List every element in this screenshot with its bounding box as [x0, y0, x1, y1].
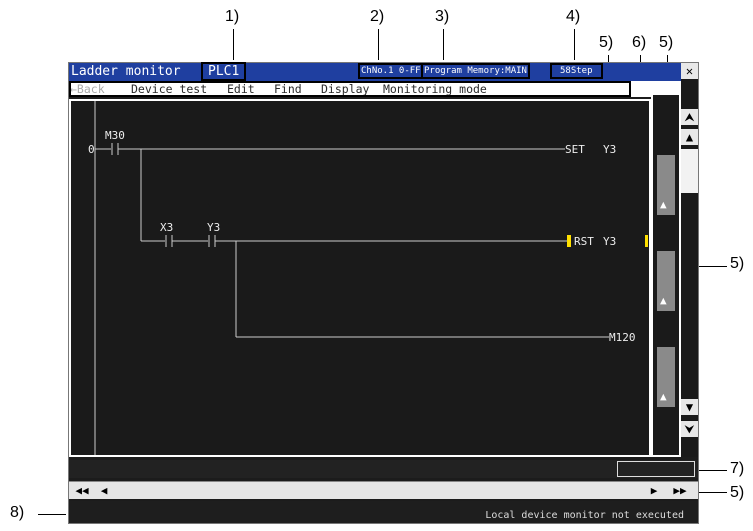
leader-line-5d	[697, 492, 727, 493]
callout-2: 2)	[370, 8, 385, 25]
coil-rst-device: Y3	[603, 235, 616, 248]
up-arrow-icon: ▲	[660, 390, 667, 403]
scroll-right-icon[interactable]: ▶	[643, 483, 665, 498]
memory-info: Program Memory:MAIN	[421, 63, 530, 79]
status-message: Local device monitor not executed	[485, 510, 684, 521]
up-arrow-icon: ▲	[660, 198, 667, 211]
row-scroll-panel: ▲ ▲ ▲	[651, 93, 681, 457]
step-count: 58Step	[550, 63, 603, 79]
leader-line-1	[233, 29, 234, 60]
callout-7: 7)	[730, 460, 745, 477]
ladder-diagram-area[interactable]: 0 M30 SET Y3 X3 Y3 RST Y3 M120	[69, 99, 651, 457]
row2-scroll-button[interactable]: ▲	[657, 251, 675, 311]
scroll-down-icon[interactable]: ▼	[681, 399, 698, 415]
scroll-thumb[interactable]	[681, 149, 698, 193]
callout-8: 8)	[10, 504, 25, 521]
callout-3: 3)	[435, 8, 450, 25]
row3-scroll-button[interactable]: ▲	[657, 347, 675, 407]
scroll-left-fast-icon[interactable]: ◀◀	[71, 483, 93, 498]
leader-line-5c	[697, 266, 727, 267]
ladder-monitor-screen: Ladder monitor PLC1 ChNo.1 0-FF/0 Progra…	[68, 62, 699, 524]
coil-set-device: Y3	[603, 143, 616, 156]
scroll-top-icon[interactable]: ⮝	[681, 109, 698, 125]
status-field	[617, 461, 695, 477]
status-bar	[69, 460, 698, 478]
contact-x3-label: X3	[160, 221, 173, 234]
title-bar: Ladder monitor PLC1 ChNo.1 0-FF/0 Progra…	[69, 62, 681, 81]
leader-line-4	[574, 29, 575, 60]
callout-5d: 5)	[730, 484, 745, 501]
plc-name: PLC1	[201, 62, 247, 81]
coil-set-label: SET	[565, 143, 585, 156]
coil-rst-label: RST	[574, 235, 594, 248]
callout-1: 1)	[225, 8, 240, 25]
coil-m120-label: M120	[609, 331, 636, 344]
contact-y3-label: Y3	[207, 221, 220, 234]
leader-line-2	[378, 29, 379, 60]
scroll-left-icon[interactable]: ◀	[93, 483, 115, 498]
callout-4: 4)	[566, 8, 581, 25]
scroll-right-fast-icon[interactable]: ▶▶	[669, 483, 691, 498]
scroll-up-icon[interactable]: ▲	[681, 129, 698, 145]
leader-line-8	[38, 514, 66, 515]
close-icon[interactable]: ✕	[681, 63, 698, 79]
scroll-bottom-icon[interactable]: ⮟	[681, 421, 698, 437]
message-bar: Local device monitor not executed	[69, 501, 698, 523]
window-title: Ladder monitor	[71, 64, 181, 79]
callout-5b: 5)	[659, 34, 674, 51]
up-arrow-icon: ▲	[660, 294, 667, 307]
rst-right-marker	[645, 235, 648, 247]
row1-scroll-button[interactable]: ▲	[657, 155, 675, 215]
callout-5c: 5)	[730, 255, 745, 272]
callout-6: 6)	[632, 34, 647, 51]
rst-active-marker	[567, 235, 571, 247]
vertical-scrollbar[interactable]: ✕ ⮝ ▲ ▼ ⮟	[681, 63, 698, 457]
ladder-diagram: 0 M30 SET Y3 X3 Y3 RST Y3 M120	[88, 101, 648, 455]
contact-m30-label: M30	[105, 129, 125, 142]
step-number: 0	[88, 143, 95, 156]
leader-line-7	[697, 470, 727, 471]
menu-highlight-frame	[69, 81, 631, 97]
leader-line-3	[443, 29, 444, 60]
callout-5a: 5)	[599, 34, 614, 51]
horizontal-scrollbar[interactable]: ◀◀ ◀ ▶ ▶▶	[69, 481, 698, 499]
